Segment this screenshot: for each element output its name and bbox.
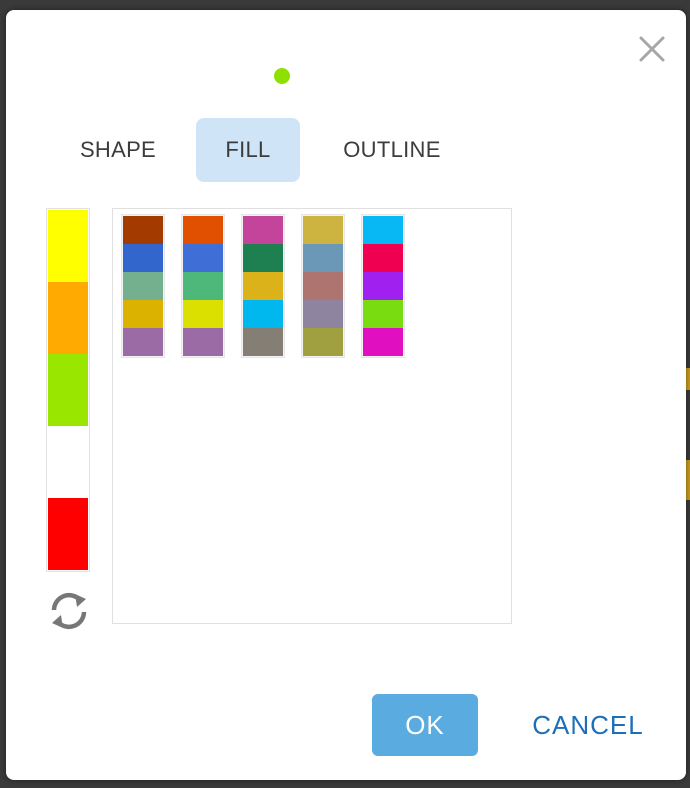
palette-column [301, 214, 345, 358]
palette-column [181, 214, 225, 358]
refresh-icon[interactable] [46, 588, 92, 634]
palette-swatch[interactable] [243, 328, 283, 356]
backdrop-accent [686, 460, 690, 500]
palette-swatch[interactable] [363, 300, 403, 328]
recent-color-swatch[interactable] [48, 354, 88, 426]
palette-swatch[interactable] [123, 244, 163, 272]
tab-bar: SHAPE FILL OUTLINE [6, 118, 686, 182]
palette-swatch[interactable] [303, 272, 343, 300]
recent-color-swatch[interactable] [48, 282, 88, 354]
tab-outline[interactable]: OUTLINE [322, 118, 462, 182]
palette-swatch[interactable] [123, 272, 163, 300]
palette-swatch[interactable] [183, 328, 223, 356]
ok-button[interactable]: OK [372, 694, 478, 756]
recent-color-swatch[interactable] [48, 498, 88, 570]
palette-swatch[interactable] [363, 328, 403, 356]
palette-swatch[interactable] [303, 244, 343, 272]
recent-color-swatch[interactable] [48, 426, 88, 498]
recent-colors-strip [46, 208, 90, 572]
palette-swatch[interactable] [363, 244, 403, 272]
cancel-button[interactable]: CANCEL [518, 694, 658, 756]
palette-swatch[interactable] [303, 328, 343, 356]
palette-swatch[interactable] [243, 300, 283, 328]
palette-swatch[interactable] [183, 300, 223, 328]
backdrop-accent [686, 368, 690, 390]
palette-swatch[interactable] [363, 216, 403, 244]
palette-swatch[interactable] [183, 244, 223, 272]
color-preview-dot [274, 68, 290, 84]
palette-swatch[interactable] [183, 216, 223, 244]
palette-swatch[interactable] [243, 216, 283, 244]
palette-column [241, 214, 285, 358]
palette-swatch[interactable] [243, 244, 283, 272]
palette-swatch[interactable] [183, 272, 223, 300]
fill-color-dialog: SHAPE FILL OUTLINE OK CANCEL [6, 10, 686, 780]
palette-column [121, 214, 165, 358]
palette-swatch[interactable] [123, 328, 163, 356]
palette-column [361, 214, 405, 358]
palette-swatch[interactable] [243, 272, 283, 300]
palette-swatch[interactable] [303, 216, 343, 244]
close-icon[interactable] [638, 35, 666, 63]
tab-shape[interactable]: SHAPE [58, 118, 178, 182]
tab-fill[interactable]: FILL [196, 118, 300, 182]
palette-swatch[interactable] [123, 300, 163, 328]
recent-color-swatch[interactable] [48, 210, 88, 282]
palette-swatch[interactable] [303, 300, 343, 328]
palette-panel [112, 208, 512, 624]
palette-swatch[interactable] [123, 216, 163, 244]
palette-swatch[interactable] [363, 272, 403, 300]
